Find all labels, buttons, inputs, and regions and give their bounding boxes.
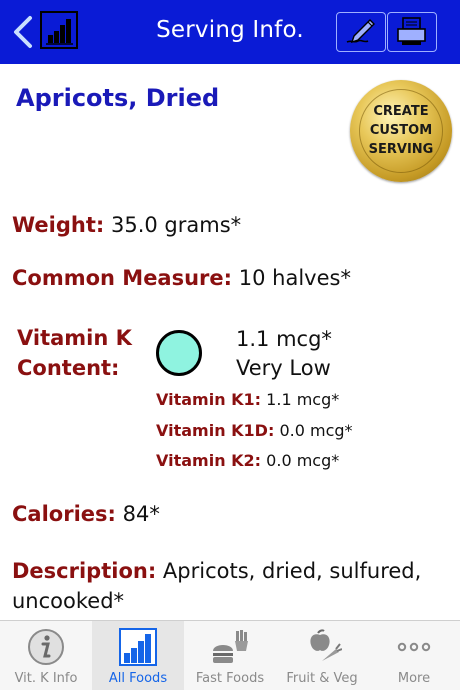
- common-measure-label: Common Measure:: [12, 266, 233, 290]
- vitamin-k1-label: Vitamin K1:: [156, 390, 262, 409]
- vitamin-k-amount: 1.1 mcg*: [236, 327, 332, 351]
- tab-vit-k-info[interactable]: Vit. K Info: [0, 621, 92, 690]
- tab-label: All Foods: [108, 671, 168, 686]
- vitamin-k-value-block: 1.1 mcg* Very Low: [236, 325, 332, 383]
- vitamin-k1-value: 1.1 mcg*: [266, 390, 340, 409]
- tab-label: More: [397, 671, 431, 686]
- description-row: Description: Apricots, dried, sulfured, …: [12, 556, 452, 616]
- more-dots-icon: [397, 642, 431, 652]
- vitamin-k-content-label: Vitamin K Content:: [17, 326, 132, 380]
- weight-row: Weight: 35.0 grams*: [12, 213, 241, 237]
- create-custom-serving-button[interactable]: CREATE CUSTOM SERVING: [350, 80, 452, 182]
- description-label: Description:: [12, 559, 157, 583]
- calories-label: Calories:: [12, 502, 116, 526]
- tab-label: Vit. K Info: [14, 671, 78, 686]
- tab-label: Fruit & Veg: [286, 671, 358, 686]
- vitamin-k1d-label: Vitamin K1D:: [156, 421, 275, 440]
- create-custom-serving-label: CREATE CUSTOM SERVING: [368, 104, 434, 157]
- vitamin-k2-row: Vitamin K2: 0.0 mcg*: [156, 451, 339, 470]
- common-measure-row: Common Measure: 10 halves*: [12, 266, 351, 290]
- food-name: Apricots, Dried: [16, 84, 220, 112]
- vitamin-k-level: Very Low: [236, 356, 331, 380]
- vitamin-k1d-row: Vitamin K1D: 0.0 mcg*: [156, 421, 353, 440]
- edit-button[interactable]: [336, 12, 386, 52]
- info-icon: [28, 629, 64, 665]
- calories-value: 84*: [122, 502, 160, 526]
- weight-label: Weight:: [12, 213, 105, 237]
- burger-fries-icon: [213, 630, 248, 663]
- tab-fruit-veg[interactable]: Fruit & Veg: [276, 621, 368, 690]
- tab-bar: Vit. K Info All Foods Fast Foods Fruit &…: [0, 620, 460, 690]
- tab-all-foods[interactable]: All Foods: [92, 621, 184, 690]
- printer-icon: [397, 17, 426, 45]
- common-measure-value: 10 halves*: [238, 266, 351, 290]
- weight-value: 35.0 grams*: [110, 213, 242, 237]
- tab-label: Fast Foods: [195, 671, 265, 686]
- tab-more[interactable]: More: [368, 621, 460, 690]
- vitamin-k1d-value: 0.0 mcg*: [279, 421, 353, 440]
- navigation-bar: Serving Info.: [0, 0, 460, 64]
- bar-chart-icon: [119, 628, 157, 666]
- vitamin-k1-row: Vitamin K1: 1.1 mcg*: [156, 390, 339, 409]
- apple-carrot-icon: [310, 629, 342, 661]
- tab-fast-foods[interactable]: Fast Foods: [184, 621, 276, 690]
- vitamin-k2-value: 0.0 mcg*: [266, 451, 340, 470]
- calories-row: Calories: 84*: [12, 502, 160, 526]
- vitamin-k-level-indicator: [156, 330, 202, 376]
- vitamin-k2-label: Vitamin K2:: [156, 451, 262, 470]
- print-button[interactable]: [387, 12, 437, 52]
- edit-pen-icon: [346, 19, 375, 44]
